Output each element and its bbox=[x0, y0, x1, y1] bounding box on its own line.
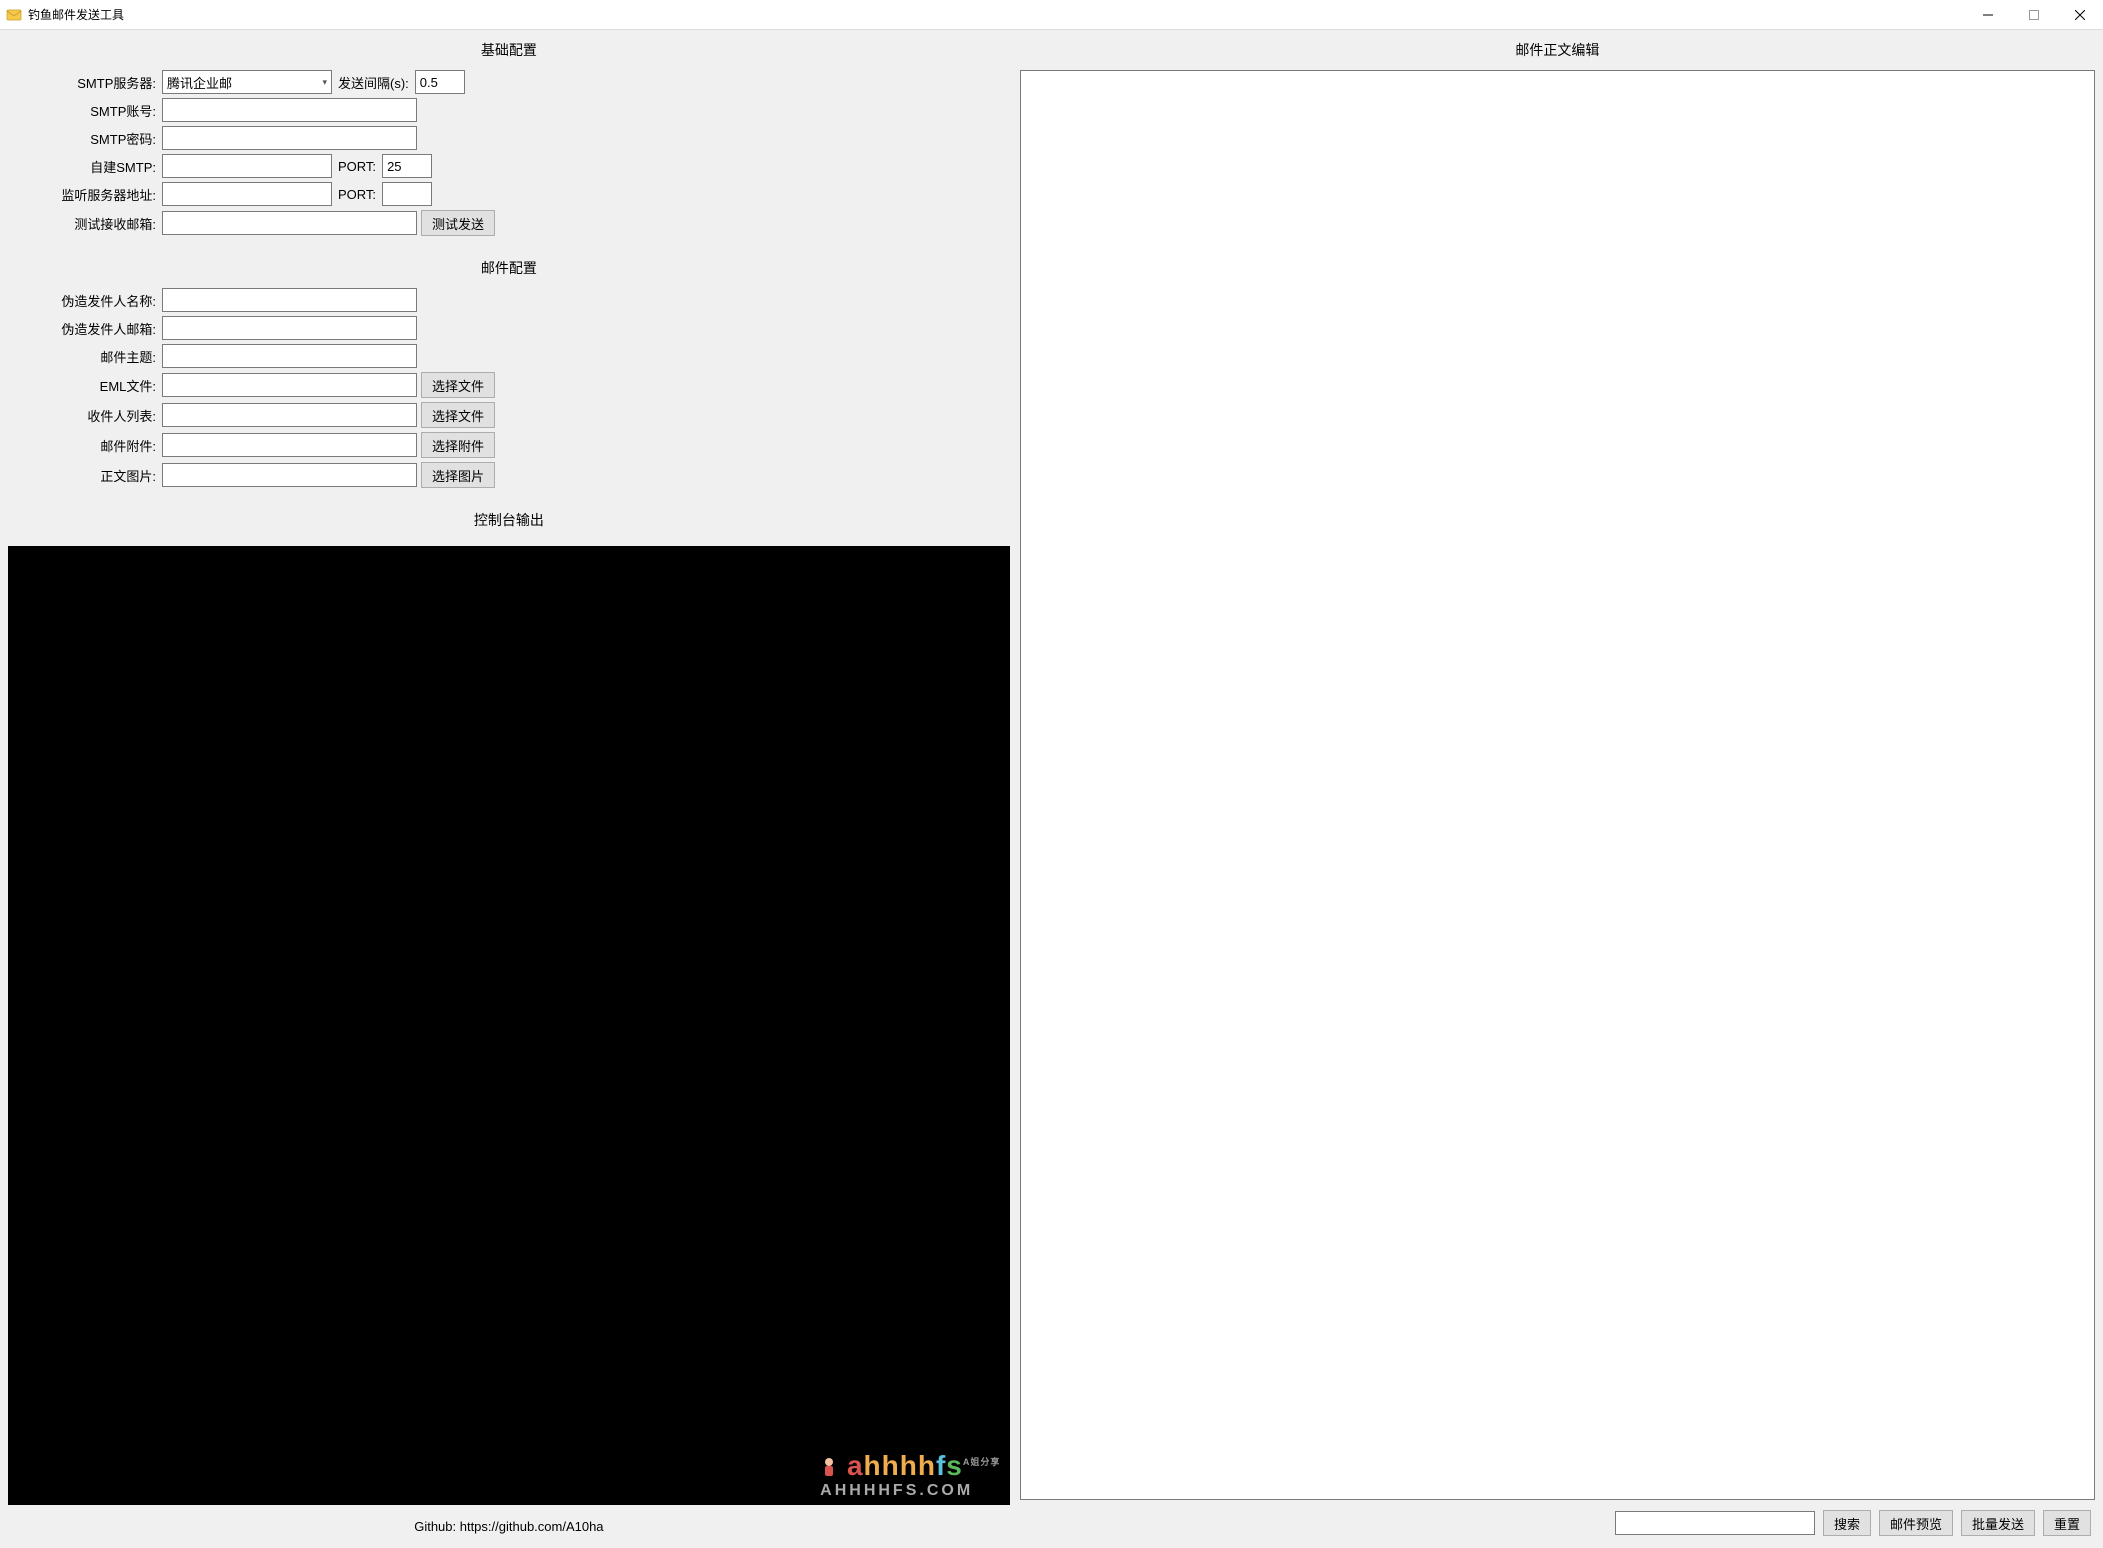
port2-input[interactable] bbox=[382, 182, 432, 206]
search-input[interactable] bbox=[1615, 1511, 1815, 1535]
console-title: 控制台输出 bbox=[8, 492, 1010, 540]
titlebar: 钓鱼邮件发送工具 bbox=[0, 0, 2103, 30]
console-output bbox=[8, 546, 1010, 1505]
batch-send-button[interactable]: 批量发送 bbox=[1961, 1510, 2035, 1536]
basic-config-title: 基础配置 bbox=[8, 36, 1010, 70]
smtp-server-label: SMTP服务器: bbox=[18, 73, 158, 92]
eml-choose-button[interactable]: 选择文件 bbox=[421, 372, 495, 398]
content-area: 基础配置 SMTP服务器: 腾讯企业邮 ▾ 发送间隔(s): SMTP账号: bbox=[0, 30, 2103, 1548]
port2-label: PORT: bbox=[336, 187, 378, 202]
attachment-choose-button[interactable]: 选择附件 bbox=[421, 432, 495, 458]
custom-smtp-input[interactable] bbox=[162, 154, 332, 178]
fake-name-input[interactable] bbox=[162, 288, 417, 312]
left-panel: 基础配置 SMTP服务器: 腾讯企业邮 ▾ 发送间隔(s): SMTP账号: bbox=[8, 36, 1010, 1540]
mail-config-title: 邮件配置 bbox=[8, 240, 1010, 288]
custom-smtp-label: 自建SMTP: bbox=[18, 157, 158, 176]
app-window: 钓鱼邮件发送工具 基础配置 SMTP服务器: 腾讯企业邮 ▾ bbox=[0, 0, 2103, 1548]
smtp-password-input[interactable] bbox=[162, 126, 417, 150]
interval-input[interactable] bbox=[415, 70, 465, 94]
recipients-choose-button[interactable]: 选择文件 bbox=[421, 402, 495, 428]
search-button[interactable]: 搜索 bbox=[1823, 1510, 1871, 1536]
reset-button[interactable]: 重置 bbox=[2043, 1510, 2091, 1536]
body-image-choose-button[interactable]: 选择图片 bbox=[421, 462, 495, 488]
window-title: 钓鱼邮件发送工具 bbox=[28, 6, 124, 23]
subject-label: 邮件主题: bbox=[18, 347, 158, 366]
fake-email-label: 伪造发件人邮箱: bbox=[18, 319, 158, 338]
github-link[interactable]: Github: https://github.com/A10ha bbox=[8, 1505, 1010, 1540]
maximize-button[interactable] bbox=[2011, 0, 2057, 29]
close-button[interactable] bbox=[2057, 0, 2103, 29]
test-send-button[interactable]: 测试发送 bbox=[421, 210, 495, 236]
port1-label: PORT: bbox=[336, 159, 378, 174]
eml-label: EML文件: bbox=[18, 376, 158, 395]
smtp-account-input[interactable] bbox=[162, 98, 417, 122]
eml-input[interactable] bbox=[162, 373, 417, 397]
recipients-label: 收件人列表: bbox=[18, 406, 158, 425]
smtp-password-label: SMTP密码: bbox=[18, 129, 158, 148]
subject-input[interactable] bbox=[162, 344, 417, 368]
window-controls bbox=[1965, 0, 2103, 29]
port1-input[interactable] bbox=[382, 154, 432, 178]
fake-email-input[interactable] bbox=[162, 316, 417, 340]
preview-button[interactable]: 邮件预览 bbox=[1879, 1510, 1953, 1536]
mail-config-form: 伪造发件人名称: 伪造发件人邮箱: 邮件主题: EML文件: 选择文件 bbox=[8, 288, 1010, 492]
right-panel: 邮件正文编辑 搜索 邮件预览 批量发送 重置 bbox=[1020, 36, 2095, 1540]
attachment-input[interactable] bbox=[162, 433, 417, 457]
listen-server-label: 监听服务器地址: bbox=[18, 185, 158, 204]
listen-server-input[interactable] bbox=[162, 182, 332, 206]
smtp-server-select[interactable]: 腾讯企业邮 ▾ bbox=[162, 70, 332, 94]
fake-name-label: 伪造发件人名称: bbox=[18, 291, 158, 310]
test-recv-label: 测试接收邮箱: bbox=[18, 214, 158, 233]
smtp-account-label: SMTP账号: bbox=[18, 101, 158, 120]
basic-config-form: SMTP服务器: 腾讯企业邮 ▾ 发送间隔(s): SMTP账号: SMTP密码… bbox=[8, 70, 1010, 240]
body-image-input[interactable] bbox=[162, 463, 417, 487]
recipients-input[interactable] bbox=[162, 403, 417, 427]
interval-label: 发送间隔(s): bbox=[336, 73, 411, 92]
email-body-editor[interactable] bbox=[1020, 70, 2095, 1500]
body-image-label: 正文图片: bbox=[18, 466, 158, 485]
editor-title: 邮件正文编辑 bbox=[1020, 36, 2095, 70]
chevron-down-icon: ▾ bbox=[320, 77, 329, 88]
minimize-button[interactable] bbox=[1965, 0, 2011, 29]
test-recv-input[interactable] bbox=[162, 211, 417, 235]
smtp-server-value: 腾讯企业邮 bbox=[167, 73, 232, 92]
app-icon bbox=[6, 7, 22, 23]
bottom-controls: 搜索 邮件预览 批量发送 重置 bbox=[1020, 1500, 2095, 1540]
attachment-label: 邮件附件: bbox=[18, 436, 158, 455]
titlebar-left: 钓鱼邮件发送工具 bbox=[6, 6, 124, 23]
